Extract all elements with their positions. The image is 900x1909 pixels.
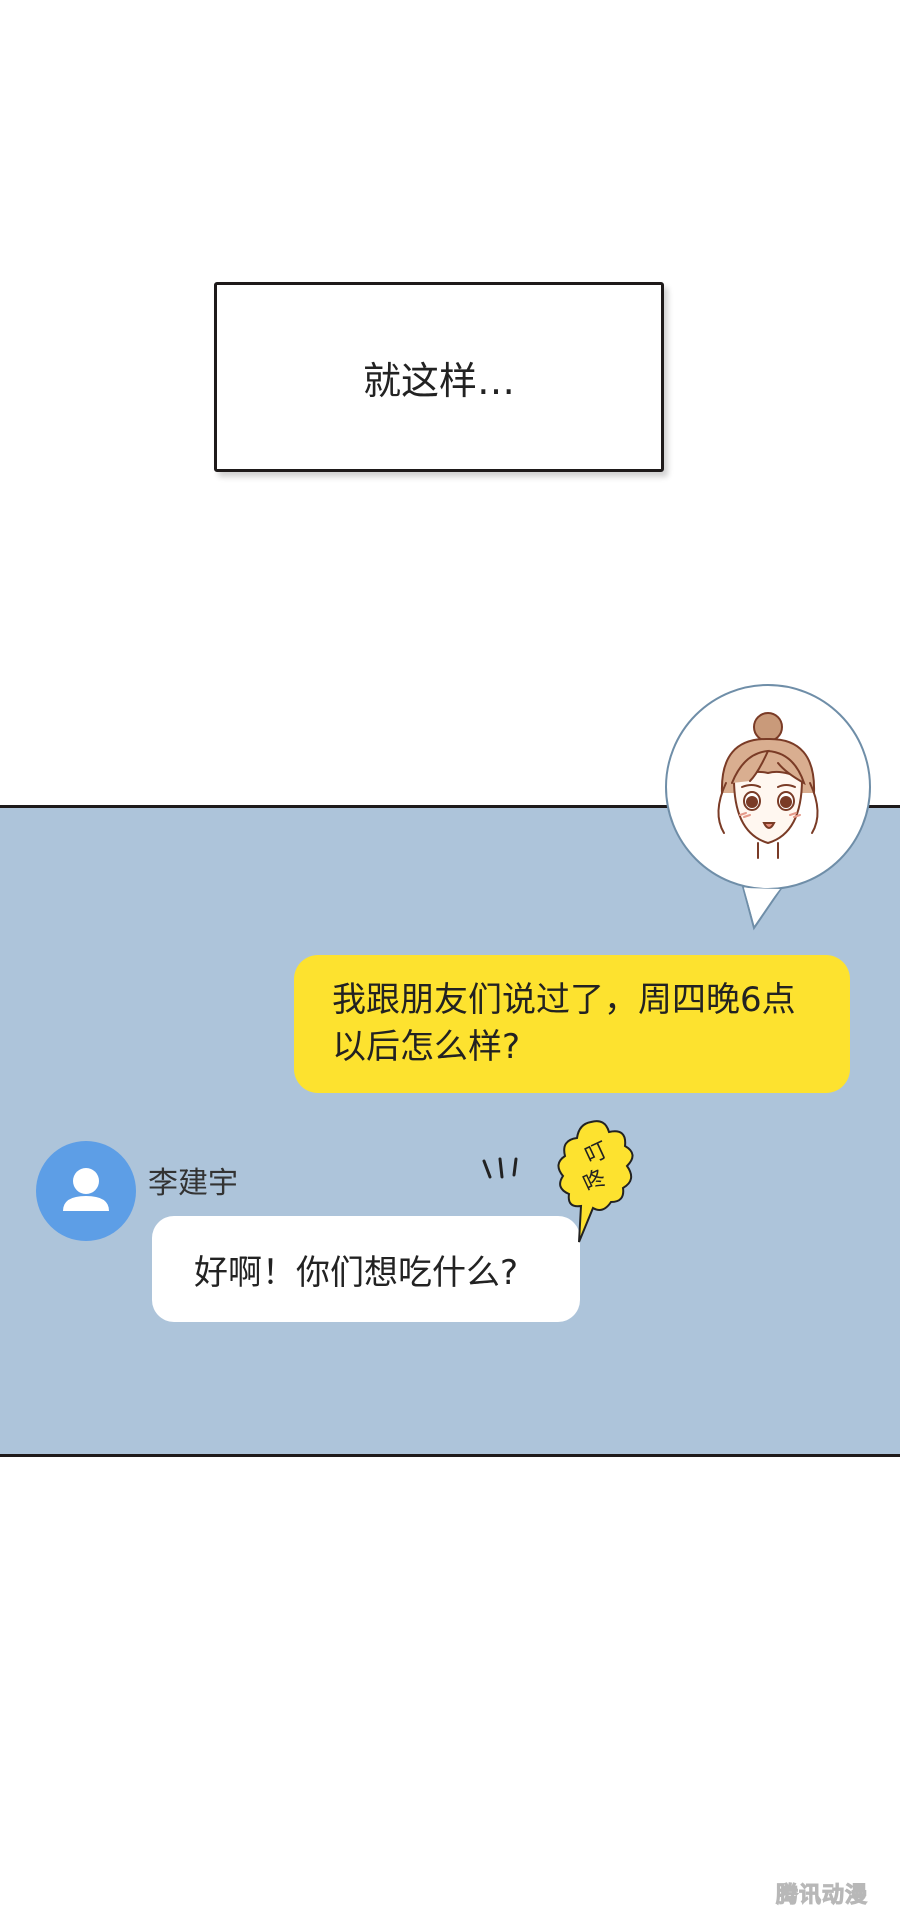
character-portrait-bubble <box>665 684 871 931</box>
outgoing-message-line-2: 以后怎么样? <box>332 1027 521 1067</box>
sender-name: 李建宇 <box>148 1166 238 1201</box>
outgoing-message-line-1: 我跟朋友们说过了，周四晚6点 <box>332 980 796 1020</box>
sender-avatar <box>36 1141 136 1241</box>
outgoing-message-bubble: 我跟朋友们说过了，周四晚6点 以后怎么样? <box>294 955 850 1093</box>
incoming-message-text: 好啊！你们想吃什么? <box>194 1252 519 1293</box>
caption-text: 就这样… <box>362 358 515 403</box>
sound-effect-burst: 叮 咚 <box>557 1120 634 1243</box>
watermark-logo: 腾讯动漫 <box>775 1883 869 1909</box>
narration-caption-box: 就这样… <box>214 282 664 472</box>
person-icon <box>63 1168 109 1211</box>
incoming-message-bubble: 好啊！你们想吃什么? <box>152 1216 580 1322</box>
sfx-tick-marks <box>482 1157 518 1179</box>
